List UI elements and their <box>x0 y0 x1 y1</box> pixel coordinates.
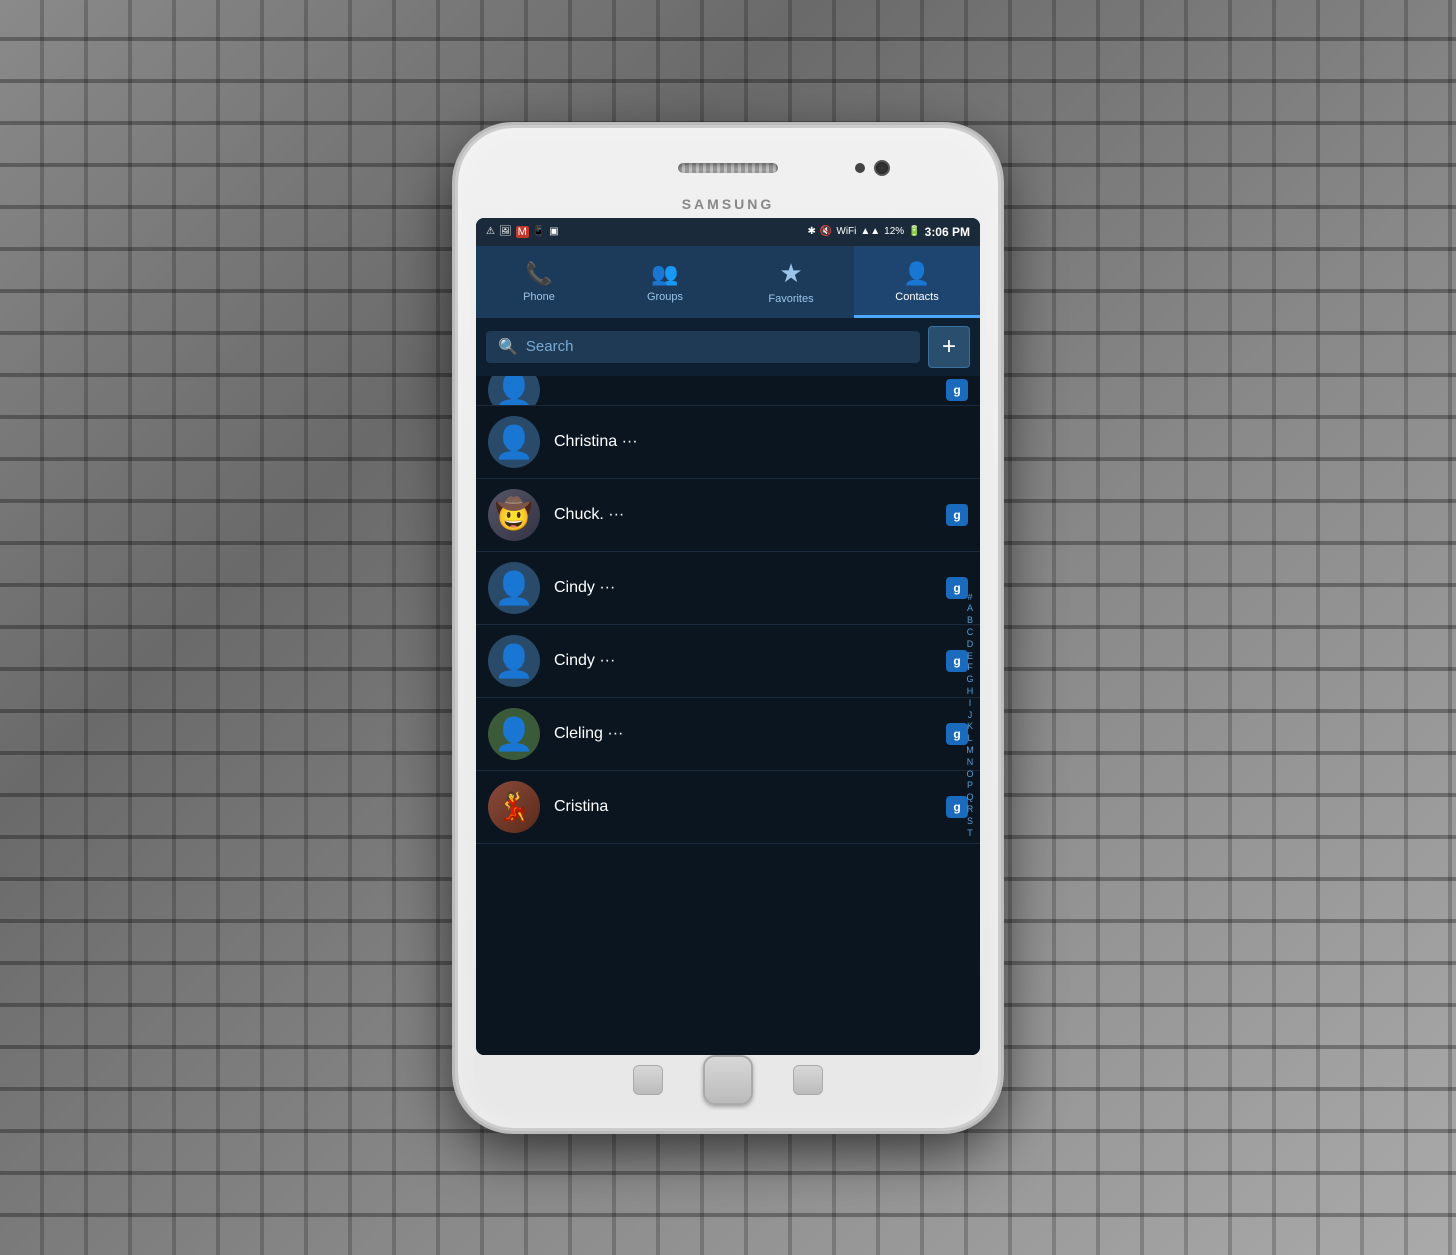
alpha-G[interactable]: G <box>966 674 973 685</box>
silhouette-icon-christina: 👤 <box>494 423 534 461</box>
contact-avatar-cristina: 💃 <box>488 781 540 833</box>
contact-item-cindy1[interactable]: 👤 Cindy ··· g <box>476 552 980 625</box>
storage-icon: ▣ <box>549 226 558 237</box>
alpha-F[interactable]: F <box>967 662 973 673</box>
contact-avatar-cindy2: 👤 <box>488 635 540 687</box>
contacts-tab-icon: 👤 <box>903 261 930 287</box>
favorites-tab-icon: ★ <box>779 258 802 289</box>
alpha-R[interactable]: R <box>967 804 974 815</box>
alpha-H[interactable]: H <box>967 686 974 697</box>
alpha-Q[interactable]: Q <box>966 792 973 803</box>
bluetooth-icon: ✱ <box>808 226 816 237</box>
tab-groups[interactable]: 👥 Groups <box>602 246 728 318</box>
phone-tab-label: Phone <box>523 291 555 303</box>
warning-icon: ⚠ <box>486 226 495 237</box>
samsung-brand-label: SAMSUNG <box>682 196 775 212</box>
alpha-A[interactable]: A <box>967 603 973 614</box>
contact-item-chuck[interactable]: 🤠 Chuck. ··· g <box>476 479 980 552</box>
contact-item-cristina[interactable]: 💃 Cristina g <box>476 771 980 844</box>
alpha-M[interactable]: M <box>966 745 974 756</box>
phone-wrapper: SAMSUNG ⚠ 🖼 M 📱 ▣ ✱ 🔇 WiFi ▲▲ 12% <box>458 128 998 1128</box>
battery-percentage: 12% <box>884 226 904 237</box>
favorites-tab-label: Favorites <box>768 293 813 305</box>
contact-avatar-christina: 👤 <box>488 416 540 468</box>
avatar-silhouette-icon: 👤 <box>494 376 534 406</box>
alpha-T[interactable]: T <box>967 828 973 839</box>
search-placeholder-text: Search <box>526 338 574 355</box>
add-contact-button[interactable]: + <box>928 326 970 368</box>
tab-phone[interactable]: 📞 Phone <box>476 246 602 318</box>
phone-top <box>476 148 980 188</box>
contacts-tab-label: Contacts <box>895 291 938 303</box>
groups-tab-icon: 👥 <box>651 261 678 287</box>
contact-avatar-cleling: 👤 <box>488 708 540 760</box>
gmail-icon: M <box>516 226 529 238</box>
contact-name-chuck: Chuck. ··· <box>554 506 946 524</box>
contact-avatar-chuck: 🤠 <box>488 489 540 541</box>
status-bar: ⚠ 🖼 M 📱 ▣ ✱ 🔇 WiFi ▲▲ 12% 🔋 3:06 PM <box>476 218 980 246</box>
alpha-S[interactable]: S <box>967 816 973 827</box>
home-button[interactable] <box>703 1055 753 1105</box>
alpha-hash[interactable]: # <box>967 592 972 603</box>
mute-icon: 🔇 <box>820 226 832 237</box>
phone-screen: ⚠ 🖼 M 📱 ▣ ✱ 🔇 WiFi ▲▲ 12% 🔋 3:06 PM <box>476 218 980 1055</box>
cristina-photo-placeholder: 💃 <box>497 790 532 823</box>
phone-bottom-buttons <box>633 1063 823 1098</box>
alpha-K[interactable]: K <box>967 721 973 732</box>
back-button[interactable] <box>633 1065 663 1095</box>
alphabet-index: # A B C D E F G H I J K L M N O P <box>960 376 980 1055</box>
tab-favorites[interactable]: ★ Favorites <box>728 246 854 318</box>
contact-item-cleling[interactable]: 👤 Cleling ··· g <box>476 698 980 771</box>
battery-low-icon: 🔋 <box>908 226 920 237</box>
silhouette-icon-cleling: 👤 <box>494 715 534 753</box>
wifi-icon: WiFi <box>836 226 856 237</box>
contact-item-partial[interactable]: 👤 g <box>476 376 980 406</box>
search-icon: 🔍 <box>498 337 518 357</box>
contact-name-cindy1: Cindy ··· <box>554 579 946 597</box>
alpha-D[interactable]: D <box>967 639 974 650</box>
image-icon: 🖼 <box>499 226 512 237</box>
alpha-B[interactable]: B <box>967 615 973 626</box>
signal-icon: ▲▲ <box>860 226 880 237</box>
sensor-dot <box>855 163 865 173</box>
silhouette-icon-cindy1: 👤 <box>494 569 534 607</box>
front-camera <box>874 160 890 176</box>
contact-name-cindy2: Cindy ··· <box>554 652 946 670</box>
search-bar: 🔍 Search + <box>476 318 980 376</box>
phone-body: SAMSUNG ⚠ 🖼 M 📱 ▣ ✱ 🔇 WiFi ▲▲ 12% <box>458 128 998 1128</box>
status-icons-right: ✱ 🔇 WiFi ▲▲ 12% 🔋 3:06 PM <box>808 225 970 239</box>
contact-item-cindy2[interactable]: 👤 Cindy ··· g <box>476 625 980 698</box>
tab-contacts[interactable]: 👤 Contacts <box>854 246 980 318</box>
alpha-L[interactable]: L <box>967 733 972 744</box>
menu-button[interactable] <box>793 1065 823 1095</box>
alpha-P[interactable]: P <box>967 780 973 791</box>
alpha-I[interactable]: I <box>969 698 972 709</box>
contact-name-cristina: Cristina <box>554 798 946 816</box>
contact-name-christina: Christina ··· <box>554 433 968 451</box>
notification-icon: 📱 <box>533 226 545 237</box>
silhouette-icon-cindy2: 👤 <box>494 642 534 680</box>
chuck-photo-placeholder: 🤠 <box>495 497 532 532</box>
alpha-N[interactable]: N <box>967 757 974 768</box>
search-input-wrapper[interactable]: 🔍 Search <box>486 331 920 363</box>
phone-tab-icon: 📞 <box>525 261 552 287</box>
contact-avatar-partial: 👤 <box>488 376 540 406</box>
contact-name-cleling: Cleling ··· <box>554 725 946 743</box>
alpha-E[interactable]: E <box>967 651 973 662</box>
speaker-grille <box>678 163 778 173</box>
contact-item-christina[interactable]: 👤 Christina ··· <box>476 406 980 479</box>
tab-bar: 📞 Phone 👥 Groups ★ Favorites 👤 Contacts <box>476 246 980 318</box>
alpha-O[interactable]: O <box>966 769 973 780</box>
status-time: 3:06 PM <box>925 225 970 239</box>
groups-tab-label: Groups <box>647 291 683 303</box>
contact-avatar-cindy1: 👤 <box>488 562 540 614</box>
alpha-C[interactable]: C <box>967 627 974 638</box>
status-icons-left: ⚠ 🖼 M 📱 ▣ <box>486 226 559 238</box>
contacts-list: 👤 g 👤 Christina ··· 🤠 <box>476 376 980 1055</box>
alpha-J[interactable]: J <box>968 710 973 721</box>
